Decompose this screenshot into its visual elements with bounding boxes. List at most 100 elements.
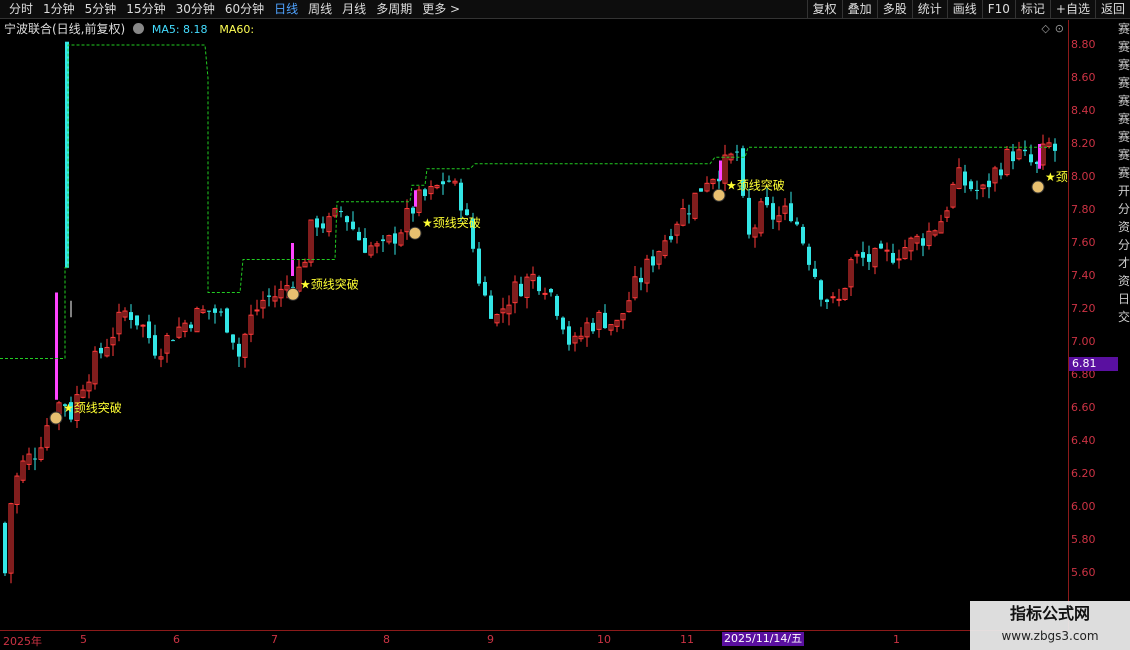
candle-body-down — [519, 283, 523, 297]
signal-bar — [55, 292, 58, 400]
settings-icon[interactable]: ⊙ — [1055, 22, 1064, 35]
chart-action-button[interactable]: 标记 — [1014, 0, 1050, 18]
period-toolbar: 分时 1分钟 5分钟 15分钟 30分钟 60分钟 日线 周线 月线 多周期 更多 > 复权 叠加 多股… — [0, 0, 1130, 19]
candle-body-up — [254, 309, 260, 312]
candle-body-down — [213, 308, 217, 313]
side-strip-char: 赛 — [1118, 130, 1130, 144]
candle-body-down — [135, 315, 139, 326]
candle-body-down — [795, 221, 799, 225]
side-strip-char: 赛 — [1118, 22, 1130, 36]
candle-body-down — [867, 254, 871, 262]
candle-body-down — [339, 211, 343, 213]
price-tick: 7.40 — [1071, 269, 1096, 282]
money-bag-icon — [712, 188, 726, 202]
price-tick: 5.80 — [1071, 533, 1096, 546]
candle-body-up — [836, 298, 842, 301]
candle-body-down — [969, 181, 973, 190]
price-tick: 8.20 — [1071, 137, 1096, 150]
side-strip-char: 交 — [1118, 310, 1130, 324]
signal-bar — [719, 160, 722, 181]
chart-action-button[interactable]: +自选 — [1049, 0, 1095, 18]
candle-body-down — [687, 213, 691, 215]
money-bag-icon — [49, 411, 63, 425]
period-tabs: 分时 1分钟 5分钟 15分钟 30分钟 60分钟 日线 周线 月线 多周期 更多 > — [4, 1, 465, 18]
candle-body-up — [140, 324, 146, 327]
candle-body-down — [789, 203, 793, 222]
breakout-annotation: ★颈线突破 — [300, 276, 359, 291]
period-tab[interactable]: 周线 — [303, 1, 337, 18]
cursor-date: 2025/11/14/五 — [722, 632, 805, 646]
chart-action-button[interactable]: 返回 — [1094, 0, 1130, 18]
candle-body-down — [639, 277, 643, 283]
time-label: 2025年 — [3, 635, 42, 648]
candle-body-down — [147, 321, 151, 339]
candle-body-down — [99, 347, 103, 354]
candle-body-down — [351, 221, 355, 230]
breakout-annotation: ★颈线突破 — [726, 177, 785, 192]
candle-body-down — [603, 312, 607, 329]
price-tick: 6.40 — [1071, 434, 1096, 447]
candle-body-down — [357, 231, 361, 241]
candle-body-up — [542, 292, 548, 295]
candle-body-down — [219, 311, 223, 313]
period-tab[interactable]: 5分钟 — [80, 1, 122, 18]
diamond-icon[interactable]: ◇ — [1041, 22, 1049, 35]
time-label: 6 — [173, 633, 180, 646]
period-tab[interactable]: 更多 > — [417, 1, 465, 18]
period-tab[interactable]: 1分钟 — [38, 1, 80, 18]
side-strip-char: 赛 — [1118, 76, 1130, 90]
chart-action-button[interactable]: F10 — [981, 0, 1015, 18]
candle-body-down — [825, 299, 829, 302]
candle-body-down — [999, 169, 1003, 176]
chart-action-button[interactable]: 复权 — [806, 0, 842, 18]
candle-body-down — [441, 181, 445, 185]
period-tab[interactable]: 日线 — [269, 1, 303, 18]
kline-svg[interactable]: ★颈线突破 ★颈线突破 ★颈线突破 ★颈线突破 ★颈线 — [0, 38, 1080, 630]
chart-action-button[interactable]: 画线 — [946, 0, 982, 18]
candle-body-down — [321, 223, 325, 229]
side-strip-char: 开 — [1118, 184, 1130, 198]
neckline-ma60 — [0, 44, 1050, 359]
candle-body-down — [819, 280, 823, 300]
candle-body-down — [489, 295, 493, 319]
side-strip-char: 日 — [1118, 292, 1130, 306]
chart-corner-icons: ◇ ⊙ — [1036, 20, 1064, 38]
side-strip-char: 赛 — [1118, 166, 1130, 180]
side-panel-strip[interactable]: 赛赛赛赛赛赛赛赛赛开分资分才资日交 — [1118, 20, 1130, 630]
side-strip-char: 赛 — [1118, 40, 1130, 54]
period-tab[interactable]: 60分钟 — [220, 1, 269, 18]
candle-body-down — [1023, 149, 1027, 152]
watermark-title: 指标公式网 — [1009, 604, 1090, 623]
time-label: 9 — [487, 633, 494, 646]
candle-body-down — [411, 207, 415, 214]
stock-title: 宁波联合(日线,前复权) — [4, 22, 126, 36]
period-tab[interactable]: 多周期 — [371, 1, 417, 18]
candle-body-down — [291, 286, 295, 288]
candle-body-down — [549, 289, 553, 293]
side-strip-char: 赛 — [1118, 94, 1130, 108]
period-tab[interactable]: 分时 — [4, 1, 38, 18]
candle-body-down — [891, 252, 895, 263]
indicator-settings-icon[interactable] — [133, 23, 145, 34]
money-bag-icon — [1031, 180, 1045, 194]
period-tab[interactable]: 30分钟 — [171, 1, 220, 18]
indicator-infobar: 宁波联合(日线,前复权) MA5: 8.18 MA60: — [0, 20, 1068, 38]
period-tab[interactable]: 月线 — [337, 1, 371, 18]
time-label: 8 — [383, 633, 390, 646]
time-label: 7 — [271, 633, 278, 646]
kline-chart[interactable]: ★颈线突破 ★颈线突破 ★颈线突破 ★颈线突破 ★颈线 — [0, 38, 1080, 630]
candle-body-down — [567, 326, 571, 345]
chart-action-button[interactable]: 统计 — [911, 0, 947, 18]
time-label: 11 — [680, 633, 694, 646]
chart-action-button[interactable]: 多股 — [876, 0, 912, 18]
candle-body-down — [975, 189, 979, 191]
watermark-url: www.zbgs3.com — [1001, 629, 1099, 643]
price-tick: 6.00 — [1071, 500, 1096, 513]
candle-body-down — [153, 335, 157, 356]
period-tab[interactable]: 15分钟 — [121, 1, 170, 18]
candle-body-down — [1053, 143, 1057, 151]
candle-body-down — [483, 282, 487, 296]
candle-body-down — [447, 180, 451, 182]
chart-action-button[interactable]: 叠加 — [841, 0, 877, 18]
candle-body-down — [1029, 154, 1033, 163]
